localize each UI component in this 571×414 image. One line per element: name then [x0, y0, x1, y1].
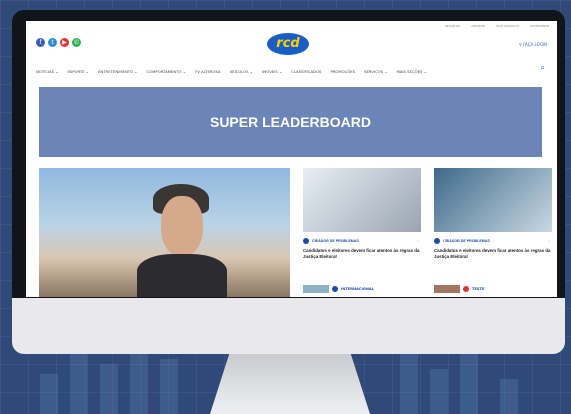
category-icon [303, 238, 309, 244]
login-link[interactable]: ⚲ FAÇA LOGIN [519, 42, 547, 47]
nav-item-classificados[interactable]: CLASSIFICADOS [291, 69, 321, 74]
category-icon [332, 286, 338, 292]
nav-item-comportamento[interactable]: COMPORTAMENTO ⌄ [147, 69, 186, 74]
facebook-icon[interactable]: f [36, 38, 45, 47]
super-leaderboard-ad[interactable]: SUPER LEADERBOARD [39, 87, 542, 157]
nav-item-veiculos[interactable]: VEÍCULOS ⌄ [230, 69, 253, 74]
news-thumb [303, 285, 329, 293]
news-card-category: TESTE [434, 285, 552, 293]
news-card-small[interactable]: INTERNACIONAL [303, 285, 421, 297]
news-card-title[interactable]: Candidatos e eleitores devem ficar atent… [303, 248, 421, 259]
browser-screen: SEGUE-NS ANUNCIE FALE CONOSCO EXPEDIENTE… [26, 21, 557, 297]
nav-item-mais-secoes[interactable]: MAIS SEÇÕES ⌄ [397, 69, 427, 74]
main-nav: NOTÍCIAS ⌄ ESPORTE ⌄ ENTRETENIMENTO ⌄ CO… [36, 69, 427, 74]
category-label: TESTE [472, 287, 485, 291]
news-card[interactable]: CRIADOR DE PROBLEMAS Candidatos e eleito… [434, 168, 552, 259]
util-link[interactable]: SEGUE-NS [445, 24, 460, 28]
category-icon [463, 286, 469, 292]
nav-item-entretenimento[interactable]: ENTRETENIMENTO ⌄ [98, 69, 138, 74]
utility-links: SEGUE-NS ANUNCIE FALE CONOSCO EXPEDIENTE [435, 24, 549, 28]
news-card-image [434, 168, 552, 232]
twitter-icon[interactable]: t [48, 38, 57, 47]
hero-person-body [137, 254, 227, 297]
news-card-title[interactable]: Candidatos e eleitores devem ficar atent… [434, 248, 552, 259]
hero-person-face [161, 196, 203, 256]
bookmark-icon[interactable]: ▫ [549, 238, 550, 243]
news-card-category: CRIADOR DE PROBLEMAS [303, 238, 421, 244]
util-link[interactable]: ANUNCIE [471, 24, 485, 28]
hero-image[interactable] [39, 168, 290, 297]
news-card-category: CRIADOR DE PROBLEMAS [434, 238, 552, 244]
util-link[interactable]: EXPEDIENTE [530, 24, 549, 28]
news-card-category: INTERNACIONAL [303, 285, 421, 293]
category-label: CRIADOR DE PROBLEMAS [312, 239, 359, 243]
bookmark-icon[interactable]: ▫ [418, 238, 419, 243]
news-card[interactable]: CRIADOR DE PROBLEMAS Candidatos e eleito… [303, 168, 421, 259]
news-thumb [434, 285, 460, 293]
monitor-chin [12, 298, 565, 354]
monitor-stand [210, 354, 370, 414]
whatsapp-icon[interactable]: ✆ [72, 38, 81, 47]
site-logo[interactable]: rcd [267, 33, 309, 55]
category-label: CRIADOR DE PROBLEMAS [443, 239, 490, 243]
news-card-image [303, 168, 421, 232]
category-label: INTERNACIONAL [341, 287, 374, 291]
news-card-small[interactable]: TESTE [434, 285, 552, 297]
nav-item-imoveis[interactable]: IMÓVEIS ⌄ [262, 69, 282, 74]
youtube-icon[interactable]: ▶ [60, 38, 69, 47]
nav-item-noticias[interactable]: NOTÍCIAS ⌄ [36, 69, 58, 74]
nav-item-servicos[interactable]: SERVIÇOS ⌄ [364, 69, 387, 74]
category-icon [434, 238, 440, 244]
social-links: f t ▶ ✆ [36, 38, 81, 47]
leaderboard-label: SUPER LEADERBOARD [209, 114, 371, 130]
nav-item-promocoes[interactable]: PROMOÇÕES [330, 69, 355, 74]
util-link[interactable]: FALE CONOSCO [496, 24, 519, 28]
search-icon[interactable]: ⌕ [541, 63, 545, 73]
nav-item-tv-alterosa[interactable]: TV ALTEROSA [195, 69, 221, 74]
nav-item-esporte[interactable]: ESPORTE ⌄ [67, 69, 89, 74]
